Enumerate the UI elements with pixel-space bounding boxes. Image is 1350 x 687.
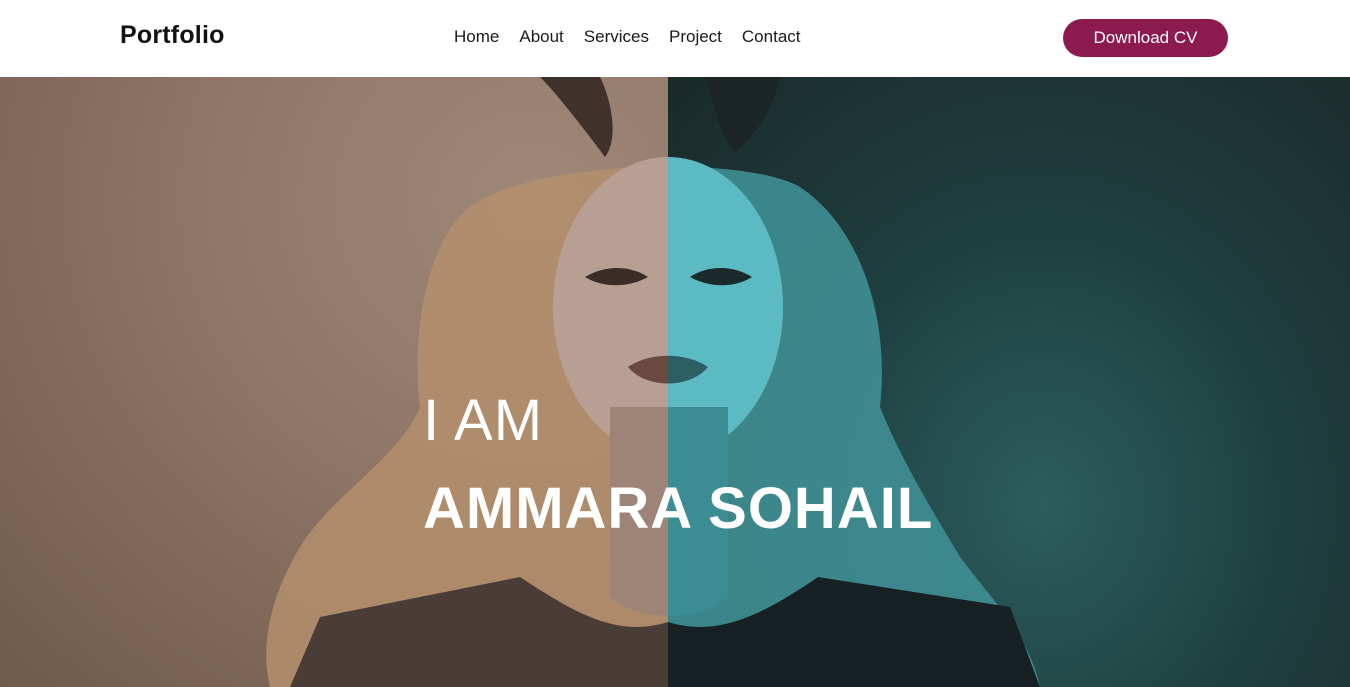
brand-logo[interactable]: Portfolio	[120, 21, 225, 50]
nav-menu: Home About Services Project Contact	[454, 27, 801, 47]
nav-link-home[interactable]: Home	[454, 27, 499, 46]
nav-link-services[interactable]: Services	[584, 27, 649, 46]
nav-item-contact: Contact	[742, 27, 801, 47]
nav-link-contact[interactable]: Contact	[742, 27, 801, 46]
nav-item-services: Services	[584, 27, 649, 47]
nav-item-about: About	[519, 27, 563, 47]
nav-item-home: Home	[454, 27, 499, 47]
nav-link-about[interactable]: About	[519, 27, 563, 46]
nav-link-project[interactable]: Project	[669, 27, 722, 46]
navbar: Portfolio Home About Services Project Co…	[0, 0, 1350, 77]
hero-intro-text: I AM	[423, 388, 544, 453]
download-cv-button[interactable]: Download CV	[1063, 19, 1228, 57]
hero-headline: I AM AMMARA SOHAIL	[423, 389, 933, 541]
hero-section: .hair{} .skin{} .skin2{} .cloth{} .featu…	[0, 77, 1350, 687]
hero-portrait-image: .hair{} .skin{} .skin2{} .cloth{} .featu…	[266, 77, 1040, 687]
nav-item-project: Project	[669, 27, 722, 47]
hero-name-text: AMMARA SOHAIL	[423, 476, 934, 541]
